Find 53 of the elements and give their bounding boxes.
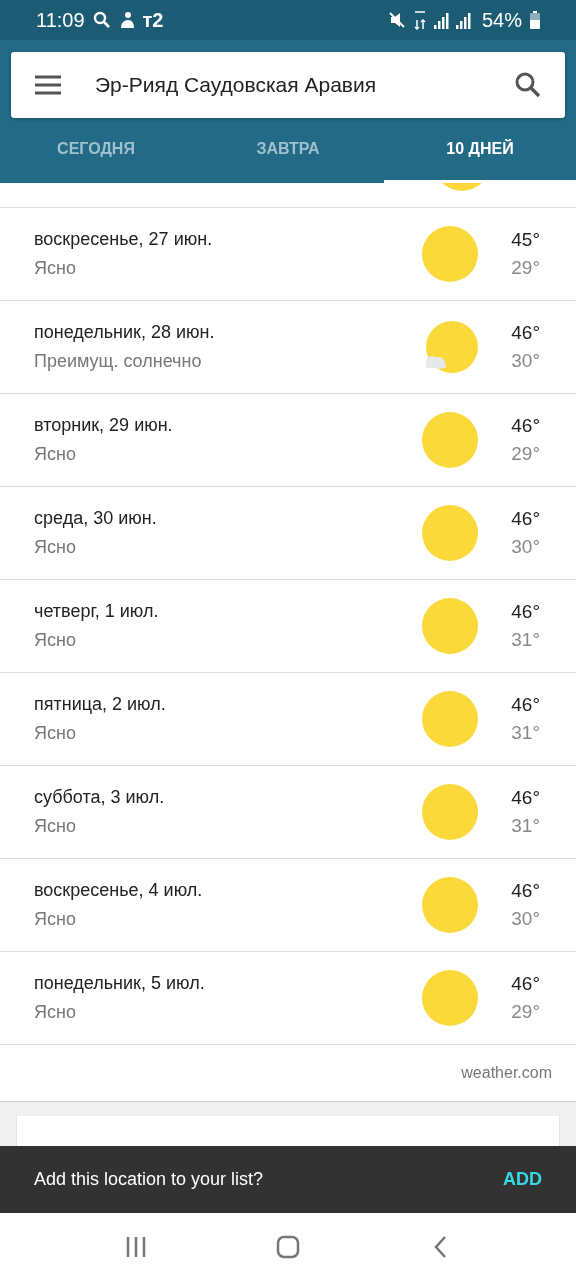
forecast-row[interactable]: понедельник, 5 июл. Ясно 46° 29° xyxy=(0,952,576,1045)
high-temp: 45° xyxy=(511,229,540,251)
source-label: weather.com xyxy=(461,1064,552,1082)
add-button[interactable]: ADD xyxy=(503,1169,542,1190)
high-temp: 46° xyxy=(511,322,540,344)
day-condition: Ясно xyxy=(34,537,77,558)
day-date: вторник, 29 июн. xyxy=(34,415,174,436)
forecast-row[interactable]: пятница, 2 июл. Ясно 46° 31° xyxy=(0,673,576,766)
high-temp: 46° xyxy=(511,787,540,809)
day-condition: Преимущ. солнечно xyxy=(34,351,203,372)
low-temp: 30° xyxy=(511,908,540,930)
day-condition: Ясно xyxy=(34,630,77,651)
high-temp: 46° xyxy=(511,694,540,716)
day-condition: Ясно xyxy=(34,909,77,930)
day-date: воскресенье, 27 июн. xyxy=(34,229,214,250)
low-temp: 31° xyxy=(511,722,540,744)
day-date: четверг, 1 июл. xyxy=(34,601,160,622)
low-temp: 31° xyxy=(511,629,540,651)
day-date: понедельник, 28 июн. xyxy=(34,322,216,343)
high-temp: 46° xyxy=(511,973,540,995)
day-condition: Ясно xyxy=(34,816,77,837)
forecast-row[interactable]: воскресенье, 4 июл. Ясно 46° 30° xyxy=(0,859,576,952)
low-temp: 31° xyxy=(511,815,540,837)
high-temp: 46° xyxy=(511,880,540,902)
status-time: 11:09 xyxy=(36,8,85,32)
location-text: Эр-Рияд Саудовская Аравия xyxy=(95,73,378,97)
day-condition: Ясно xyxy=(34,258,77,279)
forecast-row[interactable]: вторник, 29 июн. Ясно 46° 29° xyxy=(0,394,576,487)
high-temp: 46° xyxy=(511,508,540,530)
day-date: суббота, 3 июл. xyxy=(34,787,166,808)
forecast-row[interactable]: среда, 30 июн. Ясно 46° 30° xyxy=(0,487,576,580)
low-temp: 29° xyxy=(511,1001,540,1023)
forecast-row[interactable]: воскресенье, 27 июн. Ясно 45° 29° xyxy=(0,208,576,301)
day-date: понедельник, 5 июл. xyxy=(34,973,206,994)
forecast-row[interactable]: понедельник, 28 июн. Преимущ. солнечно 46° 30° xyxy=(0,301,576,394)
snackbar-message: Add this location to your list? xyxy=(34,1169,264,1190)
day-condition: Ясно xyxy=(34,1002,77,1023)
high-temp: 46° xyxy=(511,601,540,623)
forecast-row[interactable]: четверг, 1 июл. Ясно 46° 31° xyxy=(0,580,576,673)
battery-percent: 54% xyxy=(481,8,522,32)
low-temp: 30° xyxy=(511,350,540,372)
low-temp: 29° xyxy=(511,257,540,279)
forecast-row[interactable]: суббота, 3 июл. Ясно 46° 31° xyxy=(0,766,576,859)
day-date: пятница, 2 июл. xyxy=(34,694,167,715)
low-temp: 29° xyxy=(511,443,540,465)
carrier-label: т2 xyxy=(142,8,164,32)
day-condition: Ясно xyxy=(34,723,77,744)
day-condition: Ясно xyxy=(34,444,77,465)
low-temp: 30° xyxy=(511,536,540,558)
high-temp: 46° xyxy=(511,415,540,437)
day-date: воскресенье, 4 июл. xyxy=(34,880,204,901)
day-date: среда, 30 июн. xyxy=(34,508,158,529)
search-bar[interactable]: Эр-Рияд Саудовская Аравия xyxy=(11,52,565,118)
